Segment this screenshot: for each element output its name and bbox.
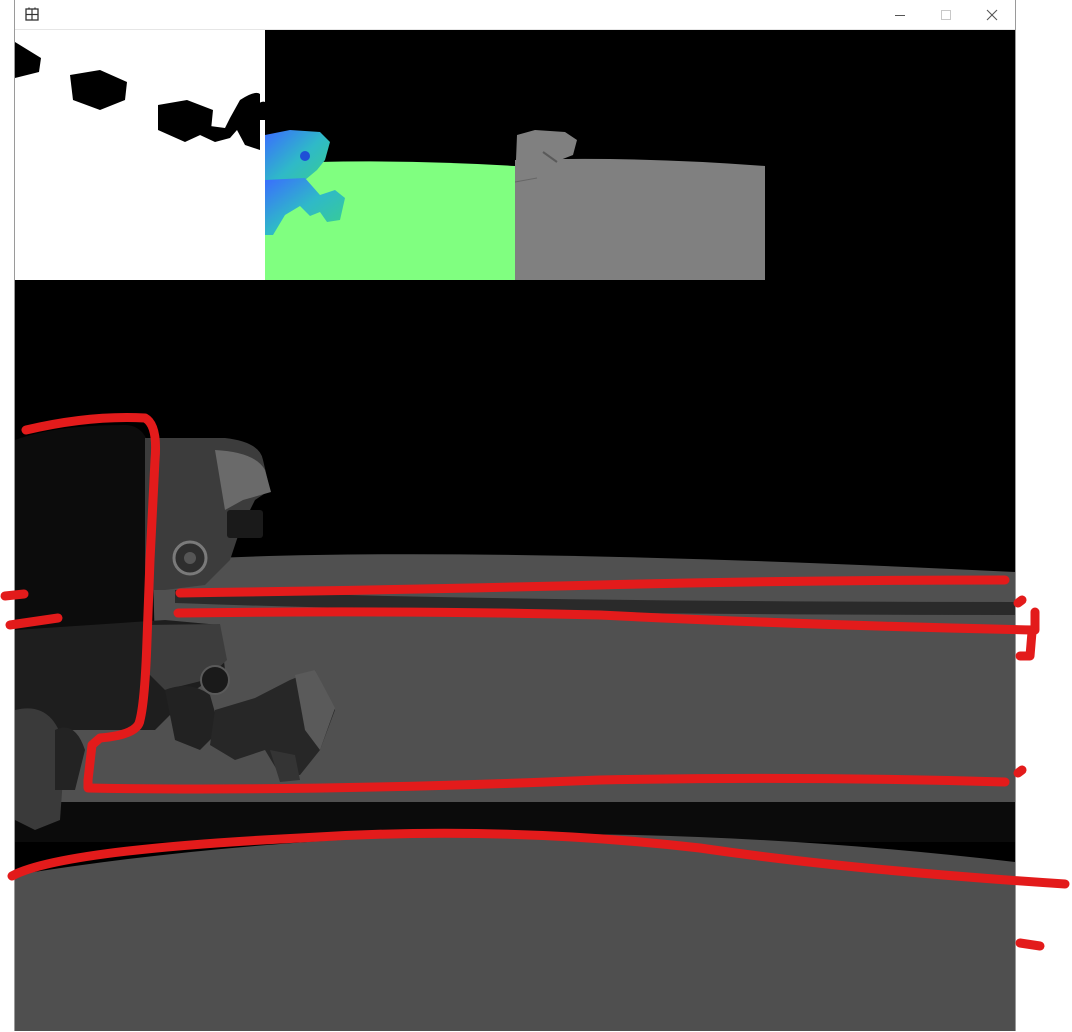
shadow-map-panel	[15, 30, 265, 280]
depth-buffer-panel	[515, 30, 765, 280]
shadow-map-image	[15, 30, 265, 280]
robot-joint-1	[200, 665, 230, 695]
app-grid-icon	[25, 7, 39, 21]
title-bar[interactable]	[15, 0, 1015, 30]
minimize-button[interactable]	[877, 0, 923, 30]
depth-buffer-image	[515, 30, 765, 280]
annotation-mark-right-3	[1015, 938, 1045, 951]
robot-visor	[227, 510, 263, 538]
normal-buffer-image	[265, 30, 515, 280]
minimize-icon	[895, 15, 905, 16]
maximize-button[interactable]	[923, 0, 969, 30]
ground-plane-near	[15, 833, 1015, 1031]
app-window	[14, 0, 1016, 1031]
maximize-icon	[941, 10, 951, 20]
render-viewport[interactable]	[15, 30, 1015, 1031]
annotation-mark-right-1	[1013, 595, 1027, 608]
close-icon	[986, 9, 998, 21]
annotation-line-2-hook	[1015, 627, 1037, 661]
normal-buffer-panel	[265, 30, 515, 280]
robot-eye	[184, 552, 196, 564]
close-button[interactable]	[969, 0, 1015, 30]
annotation-mark-right-2	[1013, 765, 1027, 778]
